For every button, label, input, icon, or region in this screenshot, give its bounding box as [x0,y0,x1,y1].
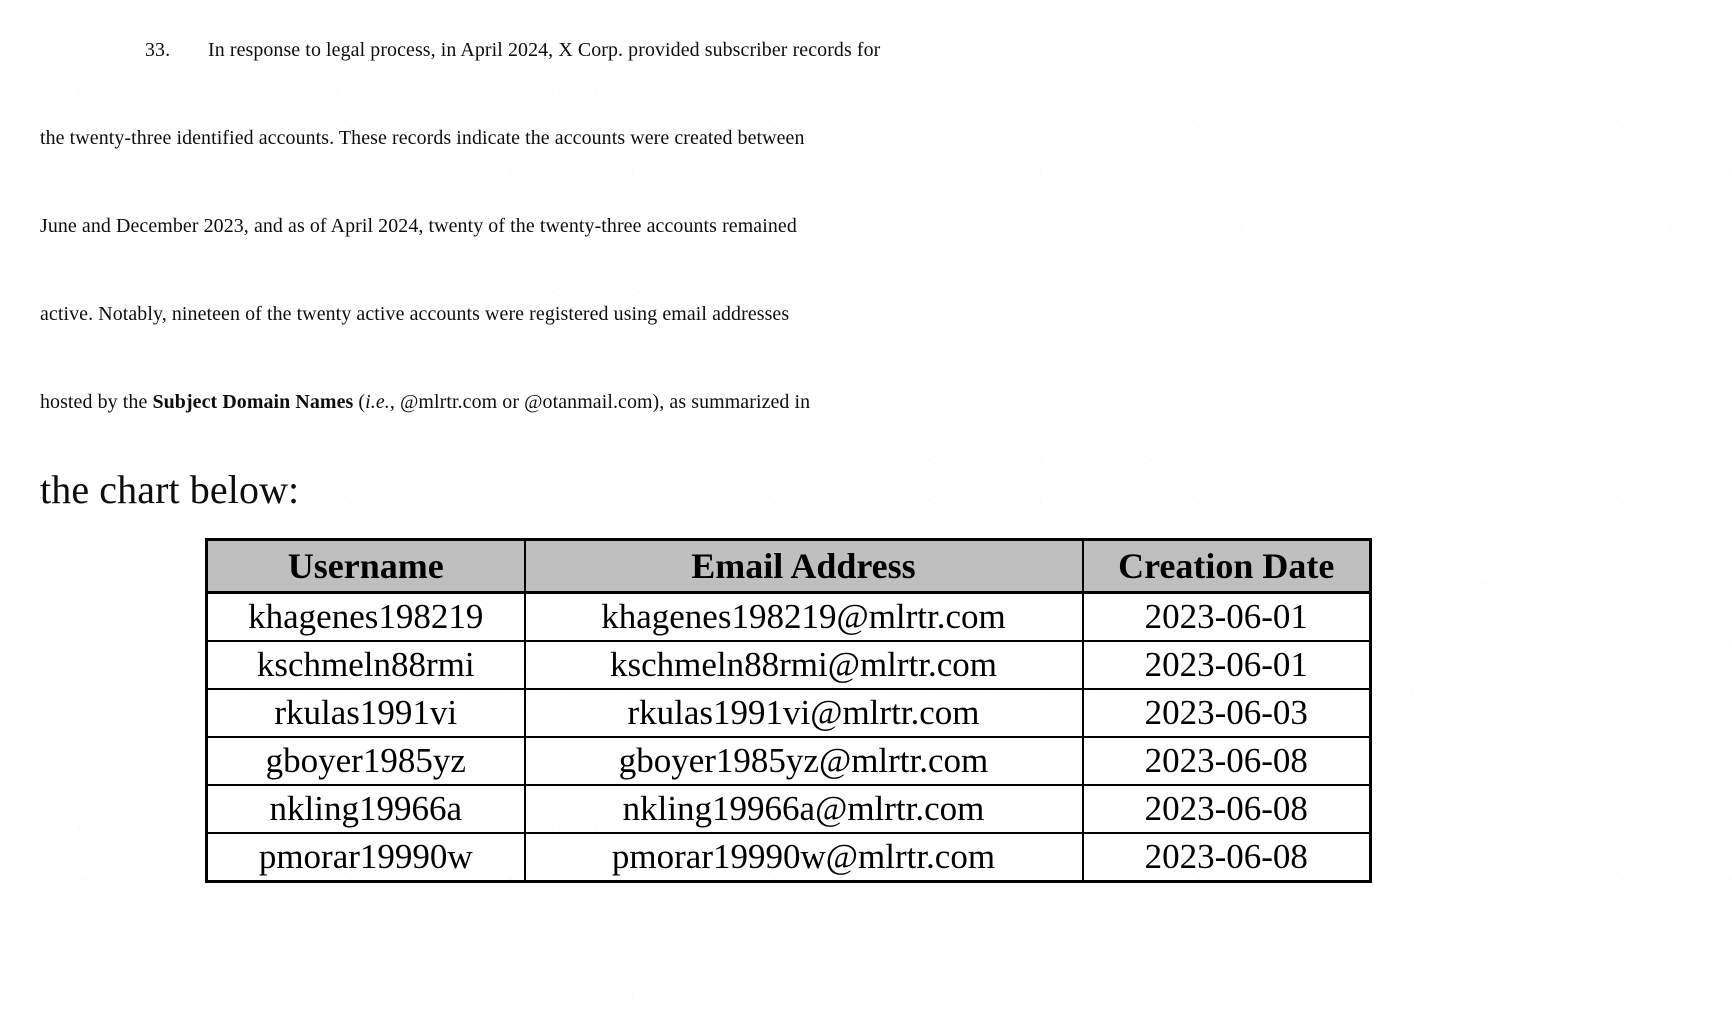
cell-creation-date: 2023-06-08 [1081,832,1372,883]
subscriber-records-table-wrap: Username Email Address Creation Date kha… [205,538,1372,883]
paragraph-number: 33. [145,39,171,61]
cell-creation-date: 2023-06-01 [1081,640,1372,690]
body-line-5: hosted by the Subject Domain Names (i.e.… [40,358,1540,446]
cell-creation-date: 2023-06-03 [1081,688,1372,738]
cell-email: pmorar19990w@mlrtr.com [523,832,1084,883]
cell-email: rkulas1991vi@mlrtr.com [523,688,1084,738]
cell-creation-date: 2023-06-01 [1081,591,1372,642]
line5-open-paren: ( [353,391,366,413]
body-line-6: the chart below: [40,446,1540,534]
cell-username: nkling19966a [205,784,526,834]
column-header-creation-date: Creation Date [1081,538,1372,594]
table-row: pmorar19990w pmorar19990w@mlrtr.com 2023… [205,832,1372,883]
table-row: rkulas1991vi rkulas1991vi@mlrtr.com 2023… [205,688,1372,738]
cell-email: gboyer1985yz@mlrtr.com [523,736,1084,786]
body-line-2-text: the twenty-three identified accounts. Th… [40,127,805,149]
cell-creation-date: 2023-06-08 [1081,784,1372,834]
table-header-row: Username Email Address Creation Date [205,538,1372,594]
body-line-3-text: June and December 2023, and as of April … [40,215,797,237]
table-header: Username Email Address Creation Date [205,538,1372,594]
line5-before-bold: hosted by the [40,391,153,413]
table-row: nkling19966a nkling19966a@mlrtr.com 2023… [205,784,1372,834]
cell-creation-date: 2023-06-08 [1081,736,1372,786]
cell-username: khagenes198219 [205,591,526,642]
ie-abbreviation: i.e. [365,391,390,413]
body-line-1: 33. In response to legal process, in Apri… [40,6,1540,94]
table-body: khagenes198219 khagenes198219@mlrtr.com … [205,591,1372,883]
subject-domain-names-term: Subject Domain Names [152,391,354,413]
table-row: gboyer1985yz gboyer1985yz@mlrtr.com 2023… [205,736,1372,786]
body-line-2: the twenty-three identified accounts. Th… [40,94,1540,182]
cell-email: kschmeln88rmi@mlrtr.com [523,640,1084,690]
body-line-4: active. Notably, nineteen of the twenty … [40,270,1540,358]
table-row: khagenes198219 khagenes198219@mlrtr.com … [205,591,1372,642]
body-line-3: June and December 2023, and as of April … [40,182,1540,270]
cell-username: gboyer1985yz [205,736,526,786]
document-page: 33. In response to legal process, in Apri… [0,0,1732,1016]
table-row: kschmeln88rmi kschmeln88rmi@mlrtr.com 20… [205,640,1372,690]
cell-username: pmorar19990w [205,832,526,883]
subscriber-records-table: Username Email Address Creation Date kha… [205,538,1372,883]
line5-after-ie: , @mlrtr.com or @otanmail.com), as summa… [389,391,811,413]
cell-email: khagenes198219@mlrtr.com [523,591,1084,642]
paragraph-33: 33. In response to legal process, in Apri… [40,6,1540,534]
body-line-6-text: the chart below: [40,467,300,512]
body-line-4-text: active. Notably, nineteen of the twenty … [40,303,790,325]
cell-username: kschmeln88rmi [205,640,526,690]
column-header-email-address: Email Address [523,538,1084,594]
column-header-username: Username [205,538,526,594]
body-line-1-text: In response to legal process, in April 2… [208,39,881,61]
cell-username: rkulas1991vi [205,688,526,738]
cell-email: nkling19966a@mlrtr.com [523,784,1084,834]
